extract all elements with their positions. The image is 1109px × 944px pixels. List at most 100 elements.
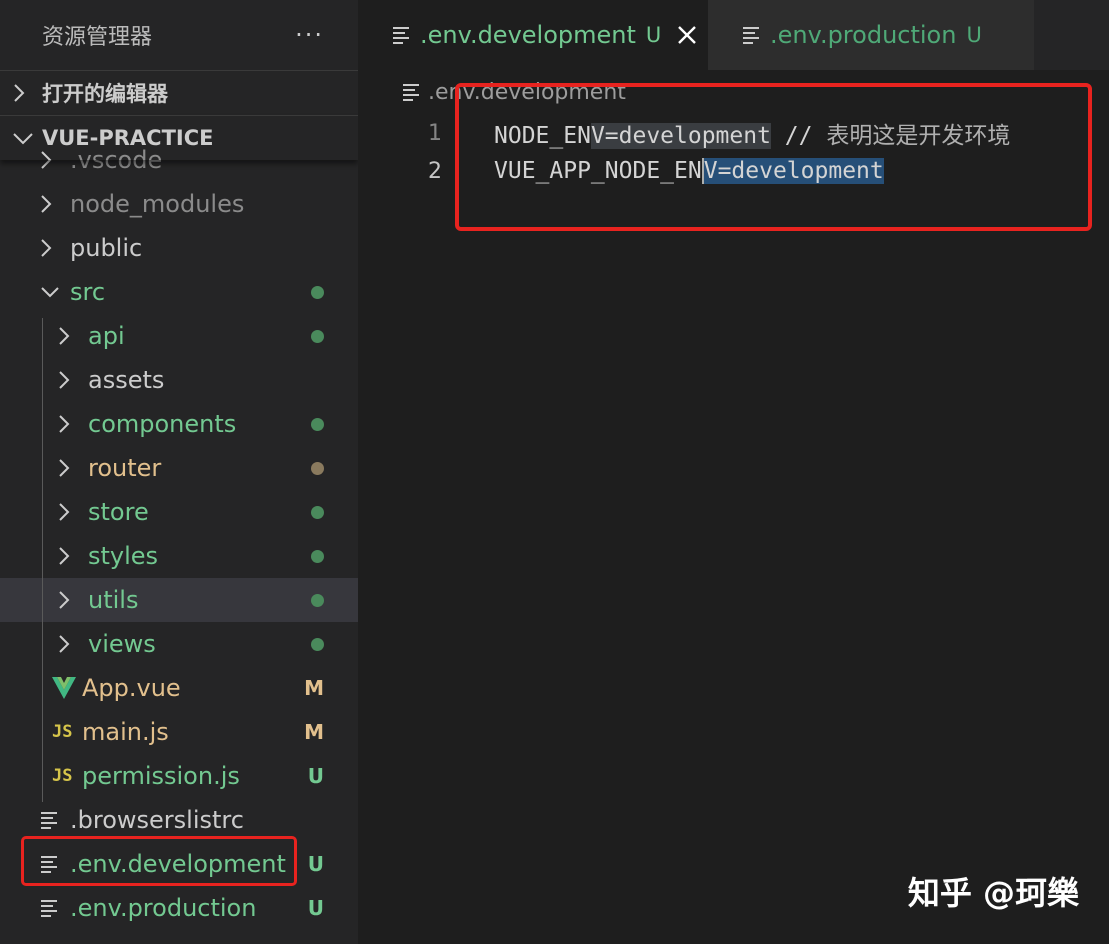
chevron-right-icon [58, 622, 88, 666]
tree-folder[interactable]: router [0, 446, 358, 490]
more-actions-button[interactable]: ··· [295, 21, 324, 49]
tab-label: .env.development [420, 21, 636, 49]
tab-status-badge: U [645, 23, 662, 47]
tree-item-label: views [88, 630, 156, 658]
close-icon[interactable] [677, 25, 697, 45]
tab-env-production[interactable]: .env.production U [708, 0, 1034, 70]
git-status-badge: U [307, 764, 324, 788]
chevron-right-icon [12, 83, 42, 103]
tree-item-label: router [88, 454, 162, 482]
chevron-down-icon [40, 270, 70, 314]
file-tree: .vscode node_modules public src api assets com… [0, 138, 358, 930]
status-dot [311, 549, 324, 563]
tree-folder[interactable]: styles [0, 534, 358, 578]
status-dot [311, 461, 324, 475]
line-number: 1 [428, 120, 442, 146]
tree-file[interactable]: .env.development U [0, 842, 358, 886]
text-file-icon [742, 26, 760, 44]
tree-item-label: utils [88, 586, 139, 614]
breadcrumb[interactable]: .env.development [358, 70, 1109, 114]
status-dot [311, 593, 324, 607]
text-file-icon [40, 811, 70, 829]
tree-folder[interactable]: api [0, 314, 358, 358]
code-comment: 表明这是开发环境 [826, 123, 1011, 149]
chevron-right-icon [58, 578, 88, 622]
code-selection: V=development [703, 157, 884, 184]
line-number: 2 [428, 158, 442, 184]
tree-folder[interactable]: components [0, 402, 358, 446]
javascript-icon: JS [52, 722, 73, 742]
tree-file[interactable]: .browserslistrc [0, 798, 358, 842]
explorer-header: 资源管理器 ··· [0, 0, 358, 70]
text-file-icon [402, 83, 420, 101]
tree-item-label: node_modules [70, 190, 245, 218]
chevron-right-icon [58, 402, 88, 446]
code-line[interactable]: 1 NODE_ENV=development // 表明这是开发环境 [358, 114, 1109, 152]
code-line[interactable]: 2 VUE_APP_NODE_ENV=development [358, 152, 1109, 190]
open-editors-label: 打开的编辑器 [42, 82, 168, 106]
tree-file[interactable]: JS permission.js U [0, 754, 358, 798]
tree-folder[interactable]: public [0, 226, 358, 270]
tree-file[interactable]: .env.production U [0, 886, 358, 930]
tree-item-label: .browserslistrc [70, 806, 244, 834]
javascript-icon: JS [52, 766, 73, 786]
code-token: NODE_EN [494, 123, 591, 149]
git-status-badge: U [307, 852, 324, 876]
text-file-icon [40, 899, 70, 917]
tree-folder[interactable]: assets [0, 358, 358, 402]
tree-folder[interactable]: src [0, 270, 358, 314]
chevron-down-icon [12, 131, 42, 145]
tab-status-badge: U [966, 23, 982, 47]
git-status-badge: U [307, 896, 324, 920]
tree-file[interactable]: JS main.js M [0, 710, 358, 754]
chevron-right-icon [58, 446, 88, 490]
open-editors-section[interactable]: 打开的编辑器 [0, 70, 358, 115]
tree-item-label: permission.js [82, 762, 240, 790]
code-text: VUE_APP_NODE_ENV=development [494, 157, 884, 185]
status-dot [311, 417, 324, 431]
git-status-badge: M [304, 676, 324, 700]
status-dot [311, 637, 324, 651]
tree-folder[interactable]: node_modules [0, 182, 358, 226]
code-text: NODE_ENV=development // 表明这是开发环境 [494, 116, 1010, 150]
code-editor[interactable]: 1 NODE_ENV=development // 表明这是开发环境 2 VUE… [358, 114, 1109, 190]
editor-area: .env.development U .env.production U .en… [358, 0, 1109, 944]
explorer-sidebar: 资源管理器 ··· 打开的编辑器 VUE-PRACTICE .vscode nod… [0, 0, 358, 944]
tree-item-label: store [88, 498, 149, 526]
tree-item-label: public [70, 234, 143, 262]
tab-label: .env.production [770, 21, 957, 49]
tree-folder[interactable]: store [0, 490, 358, 534]
chevron-right-icon [58, 534, 88, 578]
chevron-right-icon [40, 182, 70, 226]
chevron-right-icon [40, 226, 70, 270]
status-dot [311, 285, 324, 299]
breadcrumb-file: .env.development [428, 79, 626, 105]
text-file-icon [40, 855, 70, 873]
git-status-badge: M [304, 720, 324, 744]
tab-env-development[interactable]: .env.development U [358, 0, 708, 70]
tree-item-label: .env.production [70, 894, 257, 922]
tree-item-label: styles [88, 542, 159, 570]
chevron-right-icon [58, 358, 88, 402]
chevron-right-icon [58, 314, 88, 358]
chevron-right-icon [58, 490, 88, 534]
project-section[interactable]: VUE-PRACTICE [0, 115, 358, 160]
vue-icon [52, 677, 82, 699]
status-dot [311, 505, 324, 519]
code-token: // [770, 123, 827, 149]
tab-bar: .env.development U .env.production U [358, 0, 1109, 70]
explorer-title: 资源管理器 [42, 25, 153, 50]
tree-item-label: components [88, 410, 237, 438]
tree-file[interactable]: App.vue M [0, 666, 358, 710]
code-token-highlight: V=development [590, 123, 771, 149]
tree-item-label: assets [88, 366, 165, 394]
tree-folder[interactable]: utils [0, 578, 358, 622]
tree-item-label: api [88, 322, 125, 350]
tree-item-label: .env.development [70, 850, 286, 878]
tree-folder[interactable]: views [0, 622, 358, 666]
text-file-icon [392, 26, 410, 44]
project-label: VUE-PRACTICE [42, 126, 214, 150]
tree-item-label: src [70, 278, 106, 306]
code-token: VUE_APP_NODE_EN [494, 157, 702, 184]
tree-item-label: main.js [82, 718, 169, 746]
